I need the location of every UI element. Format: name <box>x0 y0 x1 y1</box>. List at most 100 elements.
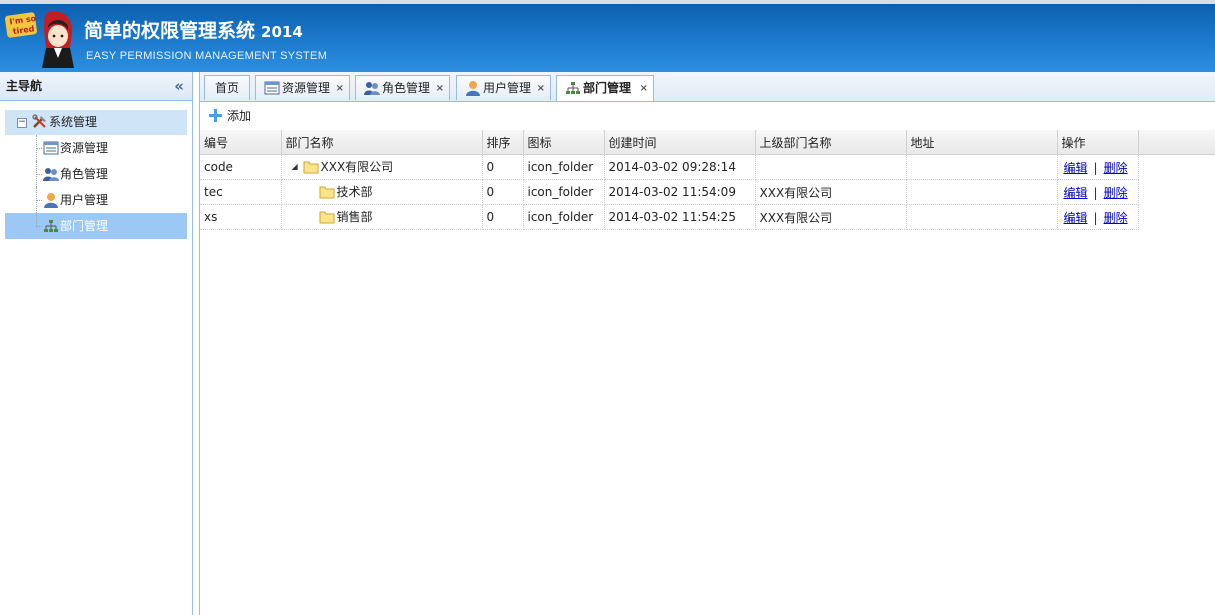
cell-address <box>906 204 1058 230</box>
tab-user[interactable]: 用户管理 × <box>456 75 551 100</box>
sidebar-item-department[interactable]: 部门管理 <box>5 213 187 239</box>
column-header-actions[interactable]: 操作 <box>1057 130 1139 155</box>
tree-cell: 销售部 <box>286 205 482 229</box>
action-separator: | <box>1093 210 1098 225</box>
cell-code: xs <box>200 204 282 230</box>
sidebar-item-resource[interactable]: 资源管理 <box>5 135 187 161</box>
column-header-address[interactable]: 地址 <box>906 130 1058 155</box>
column-header-code[interactable]: 编号 <box>200 130 282 155</box>
cell-code: tec <box>200 179 282 205</box>
cell-address <box>906 154 1058 180</box>
sidebar-item-user[interactable]: 用户管理 <box>5 187 187 213</box>
cell-address <box>906 179 1058 205</box>
tree-cell: 技术部 <box>286 180 482 204</box>
logo: I'm so tired <box>5 11 74 68</box>
cell-parent <box>755 154 907 180</box>
close-icon[interactable]: × <box>640 76 648 101</box>
department-icon <box>44 220 58 232</box>
expand-arrow-icon[interactable]: ◢ <box>292 162 298 171</box>
cell-actions: 编辑 | 删除 <box>1057 179 1139 205</box>
toolbar: 添加 <box>200 102 1215 130</box>
close-icon[interactable]: × <box>537 76 545 101</box>
app-title-text: 简单的权限管理系统 <box>84 20 256 42</box>
collapse-icon[interactable]: « <box>174 72 184 100</box>
nav-title: 主导航 <box>6 79 43 93</box>
cell-sort: 0 <box>482 204 524 230</box>
column-header-name[interactable]: 部门名称 <box>281 130 483 155</box>
edit-link[interactable]: 编辑 <box>1064 211 1088 225</box>
tree-node-system[interactable]: − 系统管理 <box>5 110 187 135</box>
action-separator: | <box>1093 160 1098 175</box>
column-header-sort[interactable]: 排序 <box>482 130 524 155</box>
folder-icon <box>303 161 318 174</box>
column-header-filler <box>1138 130 1215 155</box>
folder-icon <box>319 186 334 199</box>
edit-link[interactable]: 编辑 <box>1064 161 1088 175</box>
cell-filler <box>1138 155 1215 180</box>
cell-created: 2014-03-02 11:54:25 <box>604 204 756 230</box>
column-header-created[interactable]: 创建时间 <box>604 130 756 155</box>
department-table: 编号 部门名称 排序 图标 创建时间 上级部门名称 地址 操作 code ◢ X… <box>200 130 1215 230</box>
cell-sort: 0 <box>482 154 524 180</box>
action-separator: | <box>1093 185 1098 200</box>
tree-collapse-toggle[interactable]: − <box>17 118 27 128</box>
cell-created: 2014-03-02 09:28:14 <box>604 154 756 180</box>
edit-link[interactable]: 编辑 <box>1064 186 1088 200</box>
tab-label: 角色管理 <box>382 81 431 95</box>
cell-sort: 0 <box>482 179 524 205</box>
nav-header: 主导航 « <box>0 72 192 101</box>
add-button-label: 添加 <box>227 109 252 123</box>
tree-cell: ◢ XXX有限公司 <box>286 155 482 179</box>
department-icon <box>566 82 580 94</box>
cell-name: 销售部 <box>281 204 483 230</box>
sidebar-item-label: 部门管理 <box>60 219 109 233</box>
column-header-parent[interactable]: 上级部门名称 <box>755 130 907 155</box>
delete-link[interactable]: 删除 <box>1104 211 1128 225</box>
tree-node-label: 系统管理 <box>49 115 98 129</box>
tools-icon <box>32 114 46 128</box>
folder-icon <box>319 211 334 224</box>
cell-name: 技术部 <box>281 179 483 205</box>
cell-parent: XXX有限公司 <box>755 204 907 230</box>
tree-guide <box>36 226 42 227</box>
user-icon <box>466 81 480 96</box>
role-icon <box>43 168 59 181</box>
tab-resource[interactable]: 资源管理 × <box>255 75 350 100</box>
dept-name: XXX有限公司 <box>320 160 394 174</box>
sidebar-item-label: 用户管理 <box>60 193 109 207</box>
delete-link[interactable]: 删除 <box>1104 161 1128 175</box>
table-row[interactable]: tec 技术部 0 icon_folder 2014-03-02 11:54:0… <box>200 179 1215 205</box>
user-icon <box>44 193 58 208</box>
department-grid: 编号 部门名称 排序 图标 创建时间 上级部门名称 地址 操作 code ◢ X… <box>200 130 1215 230</box>
cell-created: 2014-03-02 11:54:09 <box>604 179 756 205</box>
sidebar-item-label: 资源管理 <box>60 141 109 155</box>
sidebar-item-label: 角色管理 <box>60 167 109 181</box>
tab-label: 用户管理 <box>483 81 532 95</box>
cell-icon: icon_folder <box>523 154 605 180</box>
main-nav-panel: 主导航 « − 系统管理 资源管理 角色管理 用户管理 部门管理 <box>0 72 193 615</box>
tab-label: 部门管理 <box>583 81 632 95</box>
table-header-row: 编号 部门名称 排序 图标 创建时间 上级部门名称 地址 操作 <box>200 130 1215 155</box>
table-row[interactable]: xs 销售部 0 icon_folder 2014-03-02 11:54:25… <box>200 204 1215 230</box>
tab-strip: 首页 资源管理 × 角色管理 × 用户管理 × 部门管理 × <box>200 72 1215 102</box>
tab-label: 资源管理 <box>282 81 331 95</box>
tab-role[interactable]: 角色管理 × <box>355 75 450 100</box>
tree-guide <box>36 213 37 226</box>
close-icon[interactable]: × <box>336 76 344 101</box>
cell-filler <box>1138 205 1215 230</box>
sidebar-item-role[interactable]: 角色管理 <box>5 161 187 187</box>
content-panel: 首页 资源管理 × 角色管理 × 用户管理 × 部门管理 × 添加 编号 部门名… <box>199 72 1215 615</box>
tab-label: 首页 <box>215 81 240 95</box>
table-row[interactable]: code ◢ XXX有限公司 0 icon_folder 2014-03-02 … <box>200 154 1215 180</box>
tree-guide <box>36 174 42 175</box>
close-icon[interactable]: × <box>436 76 444 101</box>
tree-guide <box>36 148 42 149</box>
tab-home[interactable]: 首页 <box>204 75 250 100</box>
dept-name: 销售部 <box>336 210 373 224</box>
role-icon <box>364 82 380 95</box>
nav-tree: − 系统管理 资源管理 角色管理 用户管理 部门管理 <box>0 101 192 239</box>
plus-icon <box>209 109 222 122</box>
tab-department[interactable]: 部门管理 × <box>556 75 654 101</box>
delete-link[interactable]: 删除 <box>1104 186 1128 200</box>
column-header-icon[interactable]: 图标 <box>523 130 605 155</box>
